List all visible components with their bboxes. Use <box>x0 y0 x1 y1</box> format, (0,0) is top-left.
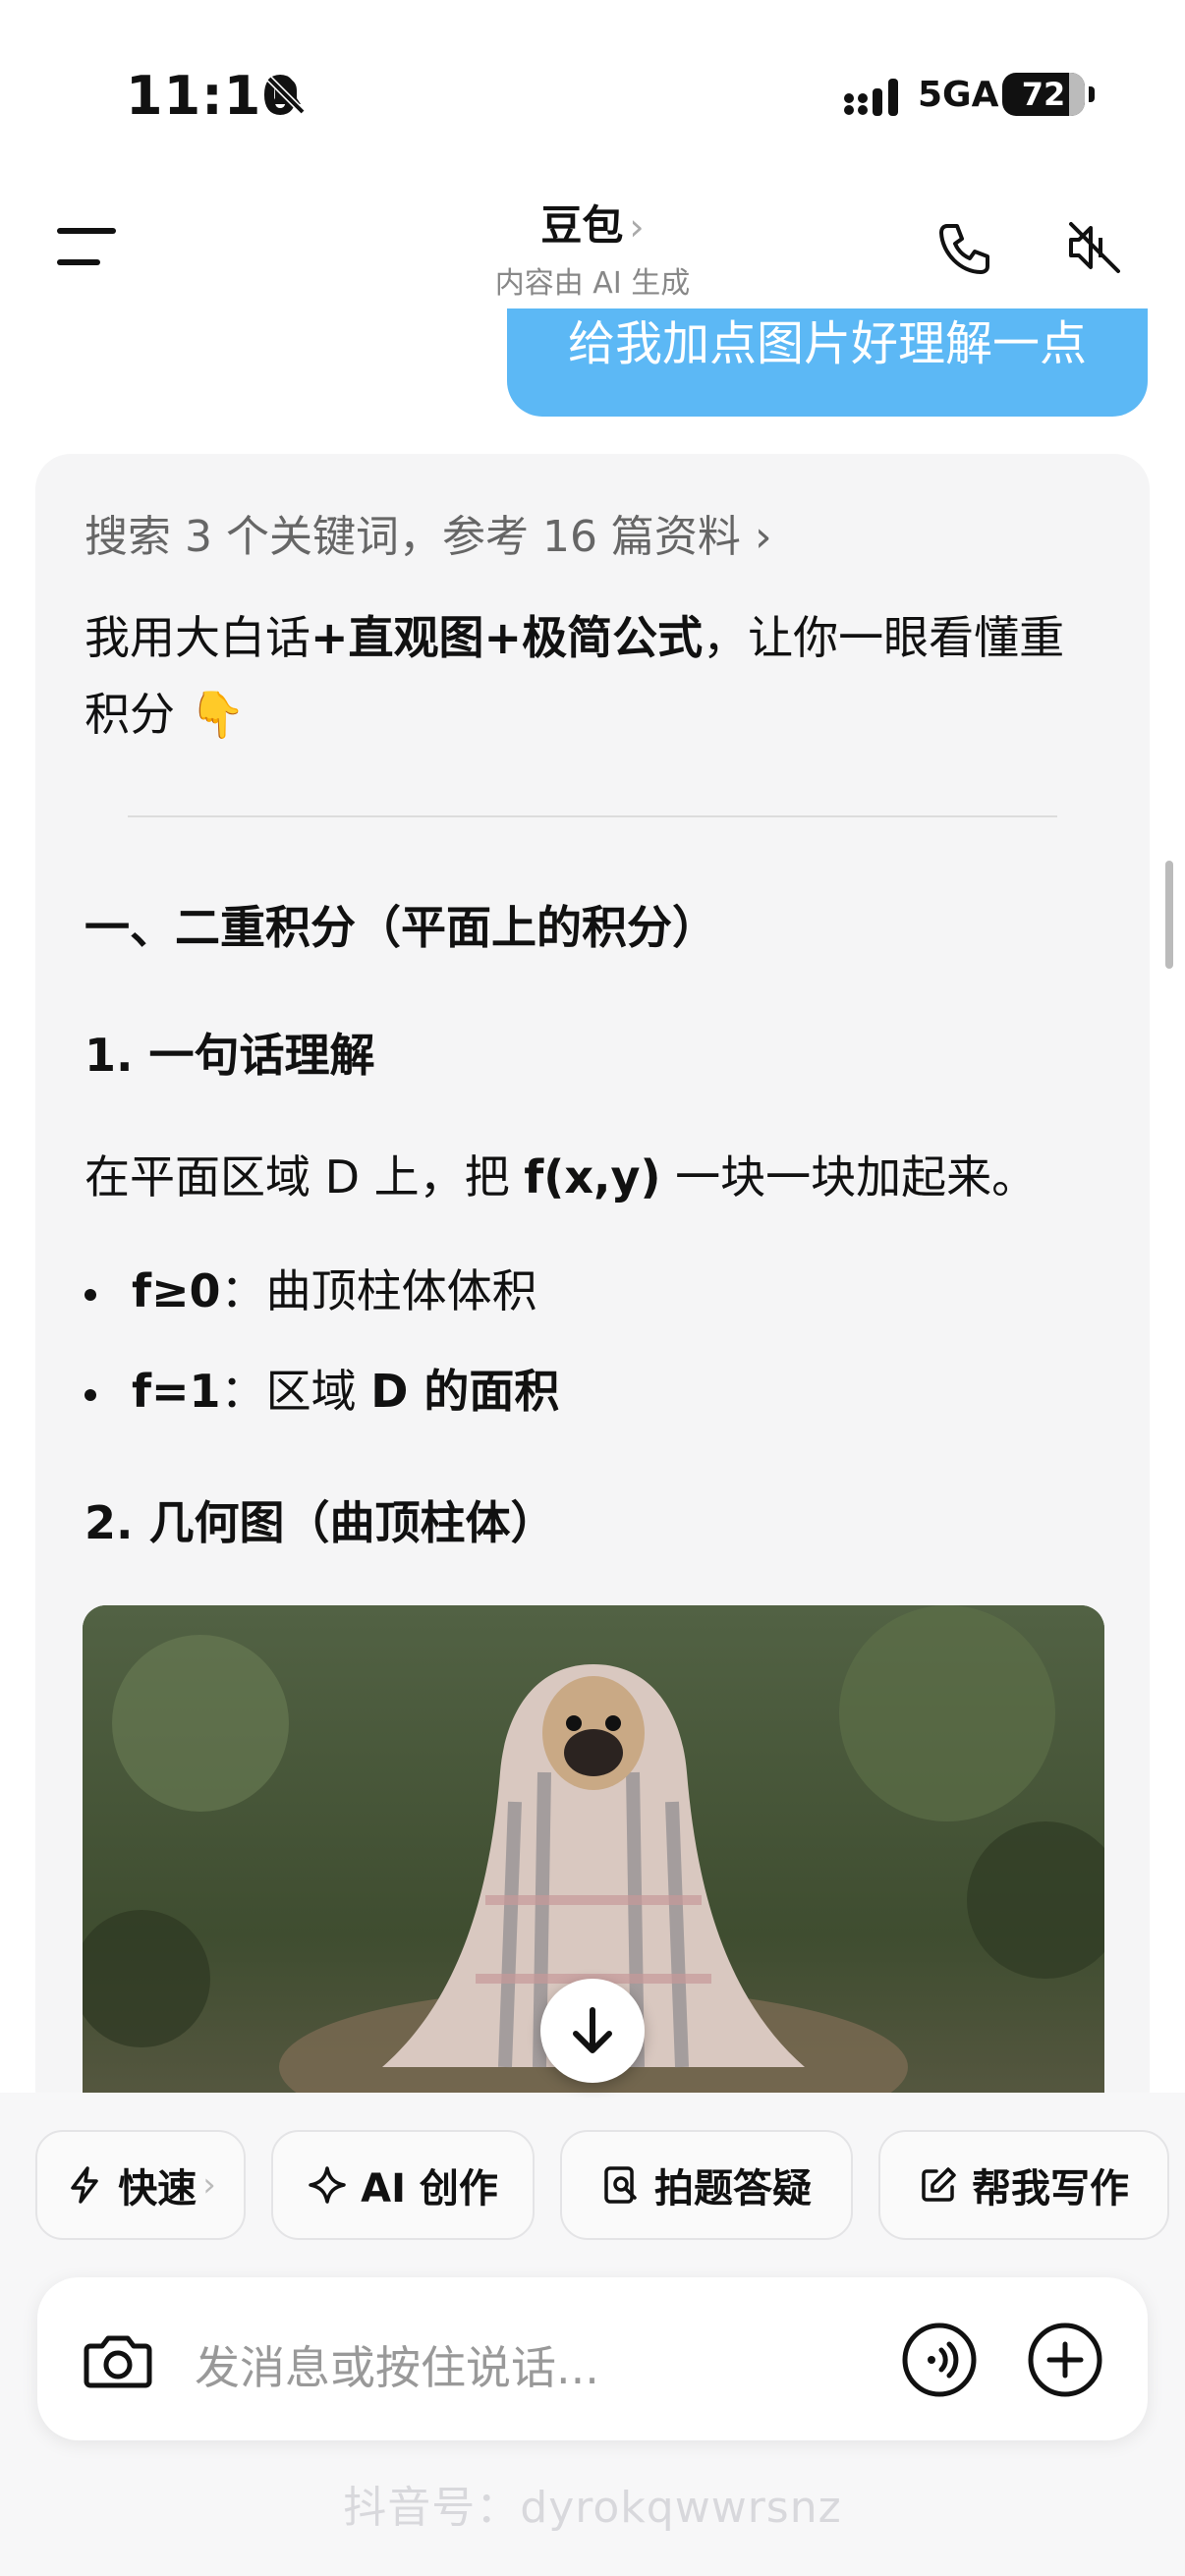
chat-title[interactable]: 豆包 › <box>0 193 1185 252</box>
pointing-down-emoji-icon: 👇 <box>189 688 246 741</box>
scroll-down-button[interactable] <box>540 1979 645 2083</box>
user-message-bubble[interactable]: 给我加点图片好理解一点 <box>507 308 1148 417</box>
battery-indicator: 72 <box>1002 73 1095 116</box>
ai-disclaimer: 内容由 AI 生成 <box>494 266 691 301</box>
scan-question-icon <box>604 2166 637 2204</box>
edit-icon <box>922 2167 956 2202</box>
quick-action-writing[interactable]: 帮我写作 <box>878 2130 1169 2240</box>
search-references-link[interactable]: 搜索 3 个关键词，参考 16 篇资料 › <box>85 501 772 564</box>
divider <box>128 815 1057 817</box>
section-heading: 一、二重积分（平面上的积分） <box>85 901 717 954</box>
quick-action-photo-question[interactable]: 拍题答疑 <box>560 2130 853 2240</box>
speaker-muted-icon[interactable] <box>1063 216 1126 279</box>
arrow-down-icon <box>573 2007 612 2053</box>
camera-icon[interactable] <box>81 2323 155 2397</box>
title-chevron-icon: › <box>629 205 645 249</box>
subsection-heading: 2. 几何图（曲顶柱体） <box>85 1496 556 1549</box>
chat-screen: 11:10 5GA 72 豆包 › 内容由 AI 生成 给我加点图片好理解一点 搜… <box>0 0 1185 2576</box>
message-input[interactable]: 发消息或按住说话... <box>195 2332 599 2397</box>
sparkle-icon <box>309 2166 346 2204</box>
assistant-answer-card: 搜索 3 个关键词，参考 16 篇资料 › 我用大白话+直观图+极简公式，让你一… <box>35 454 1150 2124</box>
douyin-watermark: 抖音号：dyrokqwwrsnz <box>343 2483 842 2533</box>
signal-icon <box>844 79 898 116</box>
quick-action-ai-create[interactable]: AI 创作 <box>271 2130 535 2240</box>
battery-level: 72 <box>1021 76 1066 113</box>
quick-action-fast[interactable]: 快速 › <box>35 2130 246 2240</box>
chevron-right-icon: › <box>202 2165 216 2205</box>
plus-icon[interactable] <box>1026 2321 1104 2399</box>
list-item: f=1：区域 D 的面积 <box>85 1356 559 1421</box>
message-input-bar: 发消息或按住说话... <box>37 2277 1148 2440</box>
lightning-icon <box>71 2166 98 2204</box>
phone-icon[interactable] <box>933 218 996 281</box>
chevron-right-icon: › <box>754 512 772 562</box>
voice-call-icon[interactable] <box>900 2321 979 2399</box>
paragraph: 在平面区域 D 上，把 f(x,y) 一块一块加起来。 <box>85 1150 1038 1204</box>
subsection-heading: 1. 一句话理解 <box>85 1029 375 1082</box>
bell-muted-icon <box>266 76 306 115</box>
answer-intro: 我用大白话+直观图+极简公式，让你一眼看懂重积分 👇 <box>85 611 1065 741</box>
list-item: f≥0：曲顶柱体体积 <box>85 1256 537 1320</box>
network-type: 5GA <box>918 75 999 115</box>
bottom-panel: 快速 › AI 创作 拍题答疑 帮我写作 发消息或按住说话... 抖音号：dyr… <box>0 2093 1185 2576</box>
scrollbar-thumb[interactable] <box>1165 861 1173 969</box>
chat-title-area[interactable]: 豆包 › 内容由 AI 生成 <box>0 193 1185 302</box>
